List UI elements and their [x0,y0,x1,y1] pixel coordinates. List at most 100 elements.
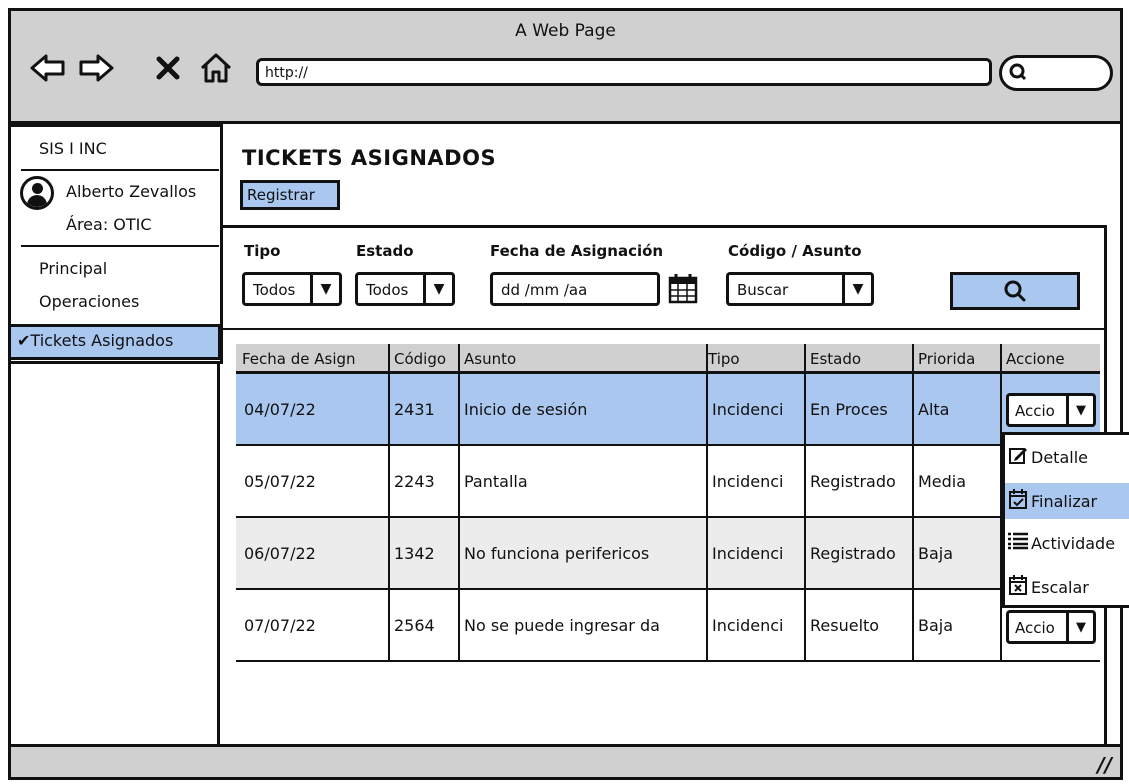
actions-select[interactable]: Accio ▼ [1006,393,1096,427]
close-icon[interactable] [148,48,188,88]
codigo-asunto-select[interactable]: Buscar ▼ [726,272,874,306]
home-icon[interactable] [196,48,236,88]
column-divider [388,344,390,662]
cell-prioridad: Media [918,472,967,491]
menu-item-label: Finalizar [1031,491,1098,511]
back-icon[interactable] [28,48,68,88]
cell-asunto: Inicio de sesión [464,400,588,419]
cell-estado: Registrado [810,472,896,491]
page-title: TICKETS ASIGNADOS [242,146,497,170]
filter-codigo-label: Código / Asunto [728,242,862,260]
table-row[interactable]: 06/07/22 1342 No funciona perifericos In… [236,518,1100,590]
filter-fecha-label: Fecha de Asignación [490,242,664,260]
table-row[interactable]: 04/07/22 2431 Inicio de sesión Incidenci… [236,374,1100,446]
search-button[interactable] [950,272,1080,310]
filter-estado-label: Estado [356,242,414,260]
cell-codigo: 2564 [394,616,435,635]
cell-fecha: 05/07/22 [244,472,316,491]
check-icon: ✔ [17,331,31,350]
cell-fecha: 06/07/22 [244,544,316,563]
cell-estado: Registrado [810,544,896,563]
calendar-check-icon [1005,488,1031,514]
sidebar-item-label: Tickets Asignados [30,331,174,350]
cell-tipo: Incidenci [712,616,784,635]
column-header-tipo[interactable]: Tipo [708,350,798,368]
chevron-down-icon: ▼ [310,275,339,303]
cell-prioridad: Baja [918,544,954,563]
sidebar-item-operaciones[interactable]: Operaciones [39,292,139,311]
calendar-icon[interactable] [668,272,698,304]
column-divider [804,344,806,662]
menu-item-label: Escalar [1031,577,1089,597]
cell-tipo: Incidenci [712,544,784,563]
status-bar: // [8,744,1123,780]
codigo-select-value: Buscar [737,281,789,299]
cell-codigo: 2243 [394,472,435,491]
search-icon [1008,62,1028,82]
actions-select-value: Accio [1015,619,1055,637]
cell-estado: Resuelto [810,616,880,635]
estado-select-value: Todos [366,281,409,299]
user-area: Área: OTIC [66,215,152,234]
chevron-down-icon: ▼ [842,275,871,303]
column-header-fecha[interactable]: Fecha de Asign [242,350,390,368]
cell-fecha: 07/07/22 [244,616,316,635]
divider [21,245,219,247]
cell-tipo: Incidenci [712,472,784,491]
window-title: A Web Page [515,21,616,41]
column-header-codigo[interactable]: Código [394,350,458,368]
menu-item-label: Actividade [1031,533,1116,553]
sidebar-item-tickets-asignados[interactable]: ✔Tickets Asignados [8,324,221,360]
resize-grip-icon[interactable]: // [1097,753,1112,777]
filter-tipo-label: Tipo [244,242,281,260]
actions-select[interactable]: Accio ▼ [1006,610,1096,644]
column-divider [912,344,914,662]
cell-tipo: Incidenci [712,400,784,419]
table-header: Fecha de Asign Código Asunto Tipo Estado… [236,344,1100,374]
menu-item-detalle[interactable]: Detalle [1005,439,1129,475]
user-name: Alberto Zevallos [66,182,197,201]
column-header-acciones: Accione [1006,350,1065,368]
column-divider [458,344,460,662]
actions-select-value: Accio [1015,402,1055,420]
menu-item-escalar[interactable]: Escalar [1005,569,1129,605]
chevron-down-icon: ▼ [1066,396,1093,424]
url-input[interactable]: http:// [256,58,992,86]
edit-icon [1005,445,1031,469]
menu-item-finalizar[interactable]: Finalizar [1005,483,1129,519]
cell-estado: En Proces [810,400,888,419]
cell-prioridad: Alta [918,400,950,419]
calendar-x-icon [1005,574,1031,600]
cell-fecha: 04/07/22 [244,400,316,419]
forward-icon[interactable] [76,48,116,88]
cell-codigo: 1342 [394,544,435,563]
menu-item-actividades[interactable]: Actividade [1005,525,1129,561]
search-icon [1004,280,1026,302]
column-divider [706,344,708,662]
divider [222,328,1104,330]
cell-asunto: Pantalla [464,472,528,491]
chevron-down-icon: ▼ [423,275,452,303]
column-header-prioridad[interactable]: Priorida [918,350,1002,368]
sidebar-item-principal[interactable]: Principal [39,259,107,278]
divider [21,169,219,171]
table-row[interactable]: 07/07/22 2564 No se puede ingresar da In… [236,590,1100,662]
fecha-input[interactable]: dd /mm /aa [490,272,660,306]
column-header-estado[interactable]: Estado [810,350,910,368]
estado-select[interactable]: Todos ▼ [355,272,455,306]
cell-codigo: 2431 [394,400,435,419]
sidebar-column [8,364,220,744]
tipo-select[interactable]: Todos ▼ [242,272,342,306]
register-button[interactable]: Registrar [240,180,340,210]
cell-prioridad: Baja [918,616,954,635]
menu-item-label: Detalle [1031,447,1088,467]
list-icon [1005,532,1031,554]
cell-asunto: No funciona perifericos [464,544,650,563]
table-row[interactable]: 05/07/22 2243 Pantalla Incidenci Registr… [236,446,1100,518]
chevron-down-icon: ▼ [1066,613,1093,641]
column-header-asunto[interactable]: Asunto [464,350,704,368]
browser-search-input[interactable] [999,55,1113,91]
tipo-select-value: Todos [253,281,296,299]
avatar [20,176,54,210]
actions-menu: Detalle Finalizar Actividade Escalar [1002,432,1129,608]
